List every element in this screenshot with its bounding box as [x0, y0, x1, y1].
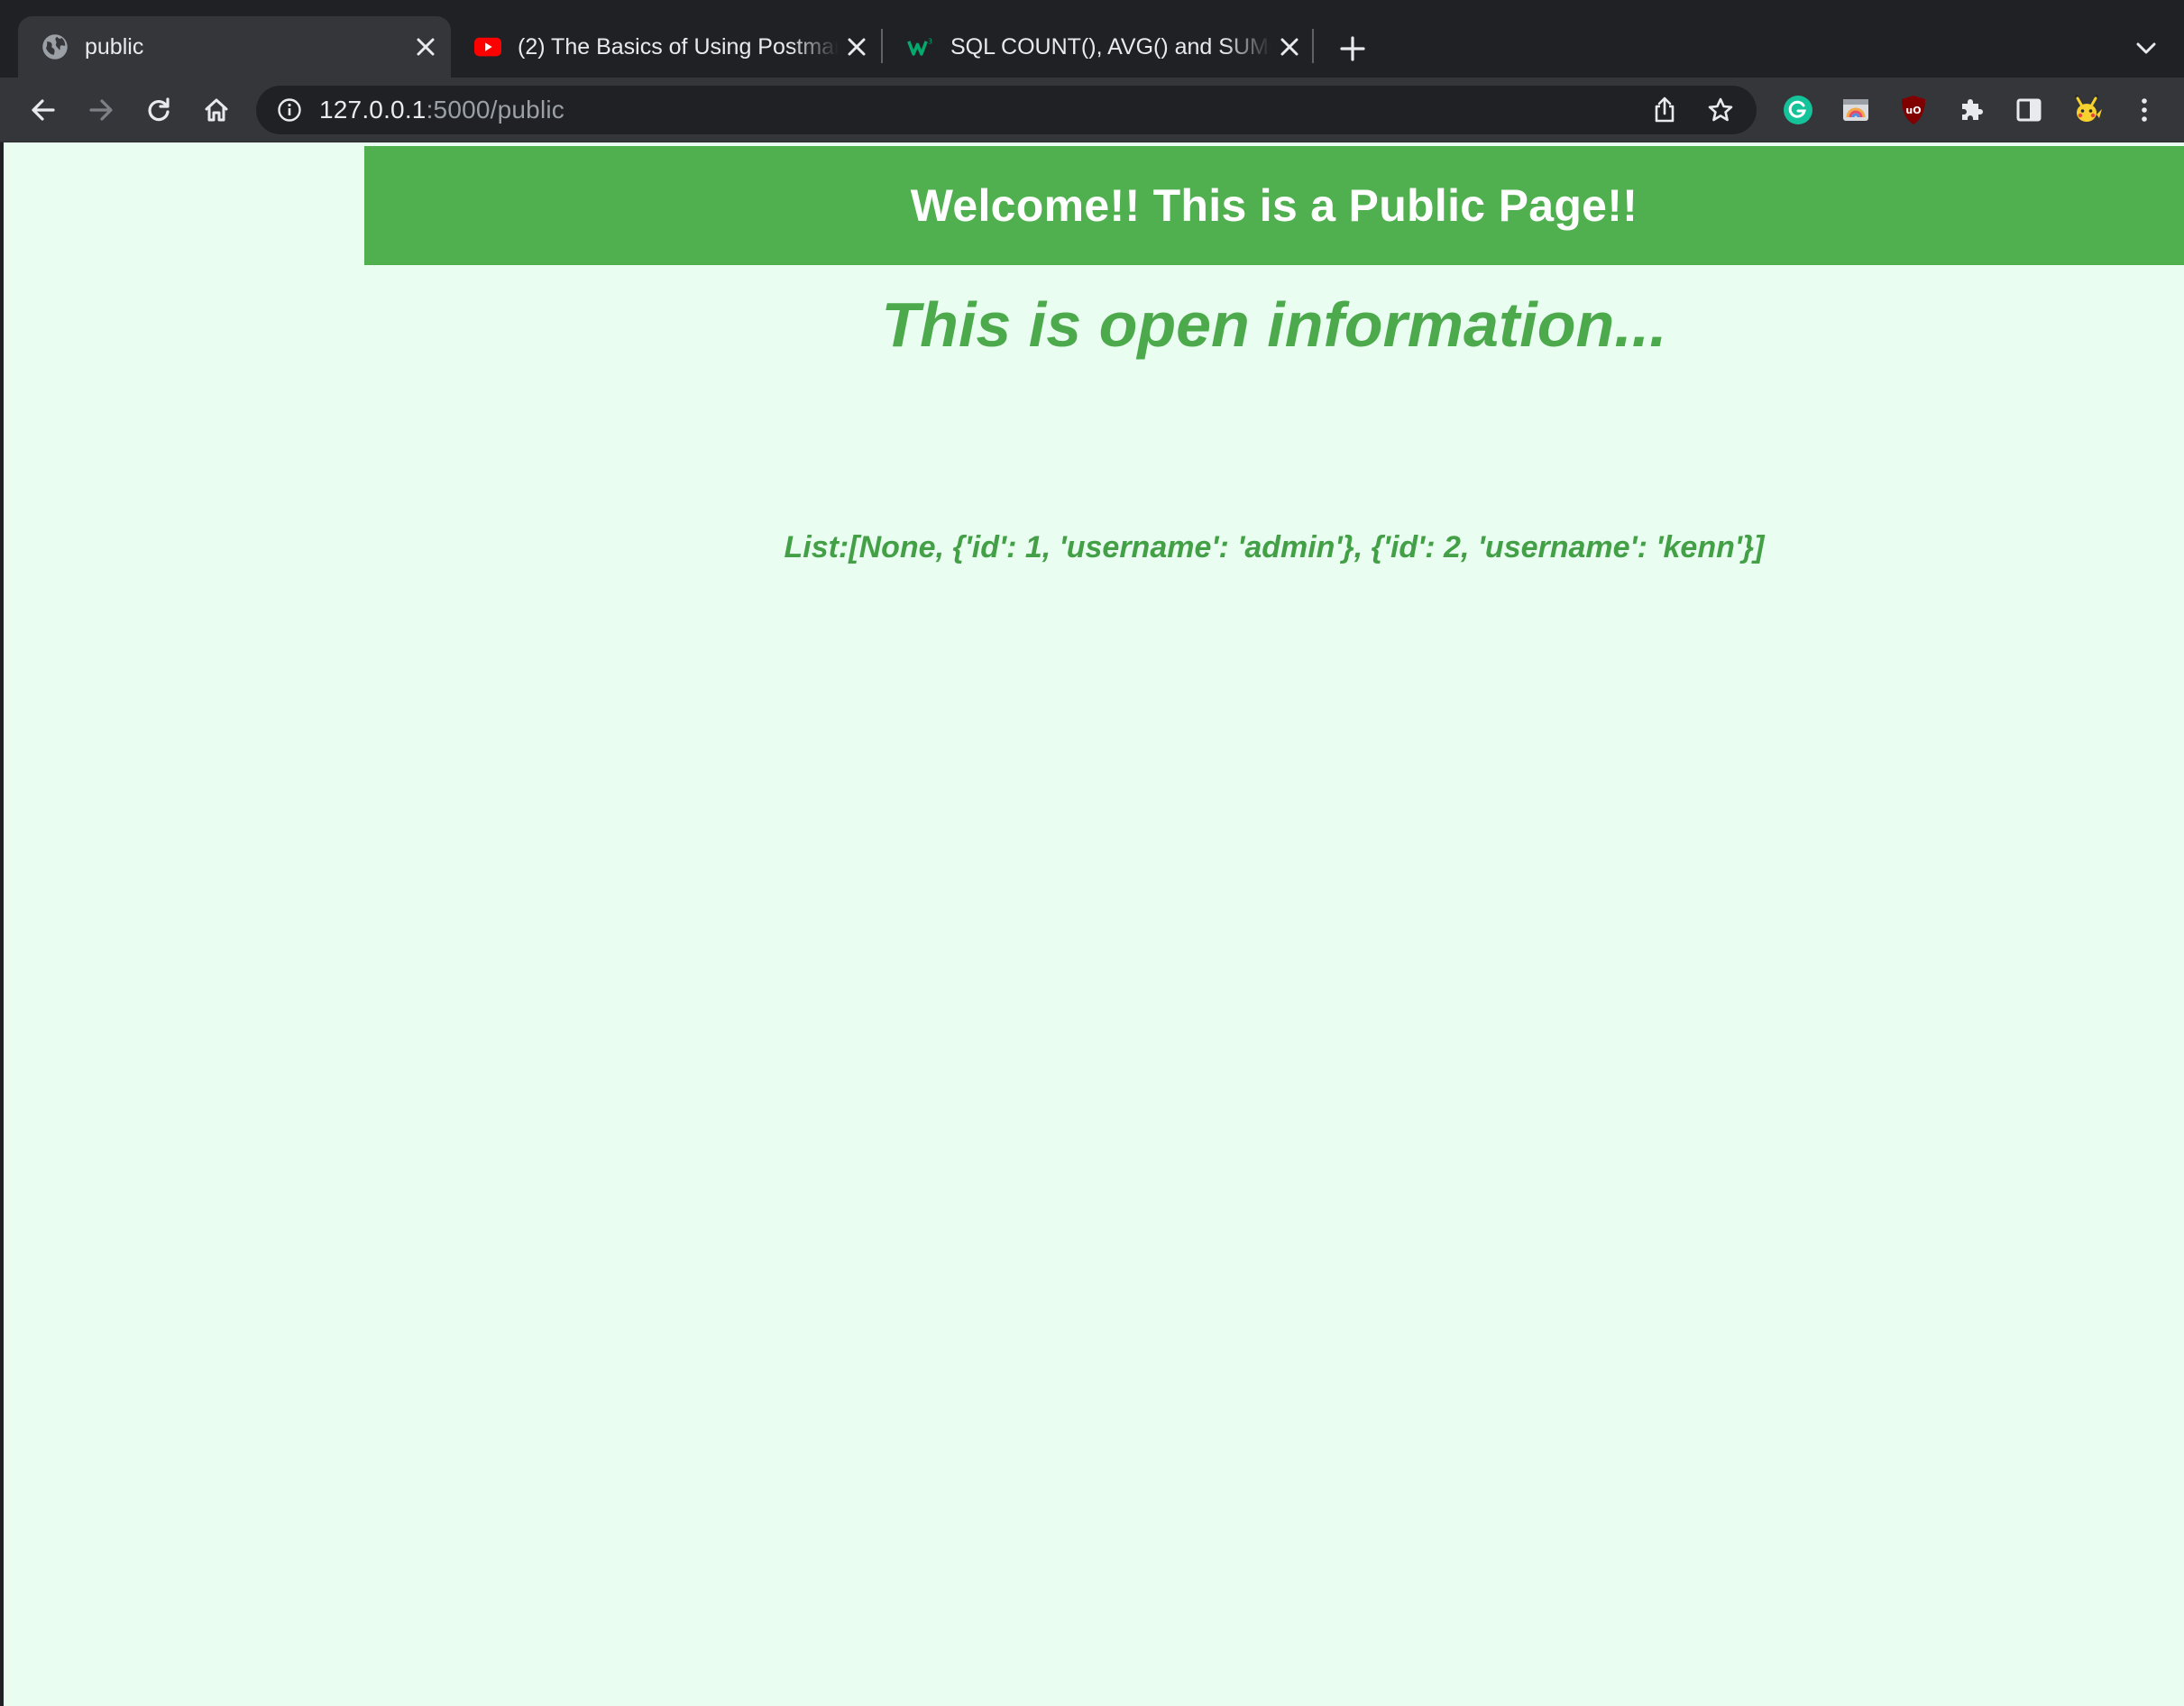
back-button[interactable] [20, 87, 67, 133]
share-icon [1655, 96, 1675, 123]
arrow-left-icon [32, 99, 55, 121]
grammarly-icon [1784, 96, 1812, 124]
tab-strip: public (2) The Basics of Using Postman f… [0, 0, 2184, 78]
home-icon [205, 98, 228, 122]
close-tab-icon[interactable] [408, 29, 444, 65]
close-tab-icon[interactable] [839, 29, 875, 65]
tab-separator [1312, 29, 1314, 63]
more-vert-icon [2142, 98, 2147, 122]
bookmark-button[interactable] [1697, 87, 1744, 133]
rainbow-extension[interactable] [1832, 87, 1879, 133]
tab-youtube[interactable]: (2) The Basics of Using Postman for API … [451, 16, 882, 78]
svg-text:3: 3 [928, 37, 932, 45]
tab-w3schools[interactable]: 3 SQL COUNT(), AVG() and SUM() Functions [884, 16, 1315, 78]
url-host: 127.0.0.1 [319, 96, 427, 124]
url-text[interactable]: 127.0.0.1:5000/public [319, 96, 1632, 124]
reload-icon [148, 97, 170, 122]
profile-button[interactable] [2063, 87, 2110, 133]
tab-public[interactable]: public [18, 16, 451, 78]
tab-title: (2) The Basics of Using Postman for API … [518, 33, 839, 60]
pikachu-avatar-icon [2075, 95, 2102, 122]
ublock-extension[interactable]: uO [1890, 87, 1937, 133]
arrow-right-icon [89, 99, 113, 121]
list-output: List:[None, {'id': 1, 'username': 'admin… [784, 530, 1765, 564]
star-icon [1708, 97, 1733, 122]
page-title: Welcome!! This is a Public Page!! [910, 180, 1638, 231]
tab-search-button[interactable] [2124, 27, 2168, 70]
w3schools-icon: 3 [907, 33, 934, 60]
plus-icon [1340, 36, 1365, 61]
side-panel-button[interactable] [2005, 87, 2052, 133]
side-panel-icon [2016, 98, 2042, 122]
globe-icon [41, 33, 69, 60]
page-subtitle: This is open information... [881, 289, 1667, 360]
address-bar[interactable]: 127.0.0.1:5000/public [256, 86, 1757, 134]
grammarly-extension[interactable] [1775, 87, 1822, 133]
rainbow-extension-icon [1843, 99, 1868, 121]
ublock-origin-icon: uO [1902, 96, 1925, 124]
reload-button[interactable] [135, 87, 182, 133]
site-info-icon[interactable] [274, 95, 305, 125]
home-button[interactable] [193, 87, 240, 133]
new-tab-button[interactable] [1331, 27, 1374, 70]
url-path: :5000/public [426, 96, 564, 124]
chevron-down-icon [2136, 42, 2156, 54]
youtube-icon [474, 33, 501, 60]
page-viewport: Welcome!! This is a Public Page!! This i… [4, 142, 2184, 1706]
tab-title: public [85, 33, 144, 60]
tab-title: SQL COUNT(), AVG() and SUM() Functions [950, 33, 1271, 60]
browser-toolbar: 127.0.0.1:5000/public uO [0, 78, 2184, 142]
forward-button[interactable] [78, 87, 124, 133]
extensions-button[interactable] [1948, 87, 1995, 133]
share-button[interactable] [1641, 87, 1688, 133]
page-header: Welcome!! This is a Public Page!! [364, 146, 2184, 265]
puzzle-icon [1962, 99, 1983, 120]
svg-text:uO: uO [1905, 105, 1921, 116]
close-tab-icon[interactable] [1271, 29, 1308, 65]
tab-separator [881, 29, 883, 63]
browser-menu-button[interactable] [2121, 87, 2168, 133]
